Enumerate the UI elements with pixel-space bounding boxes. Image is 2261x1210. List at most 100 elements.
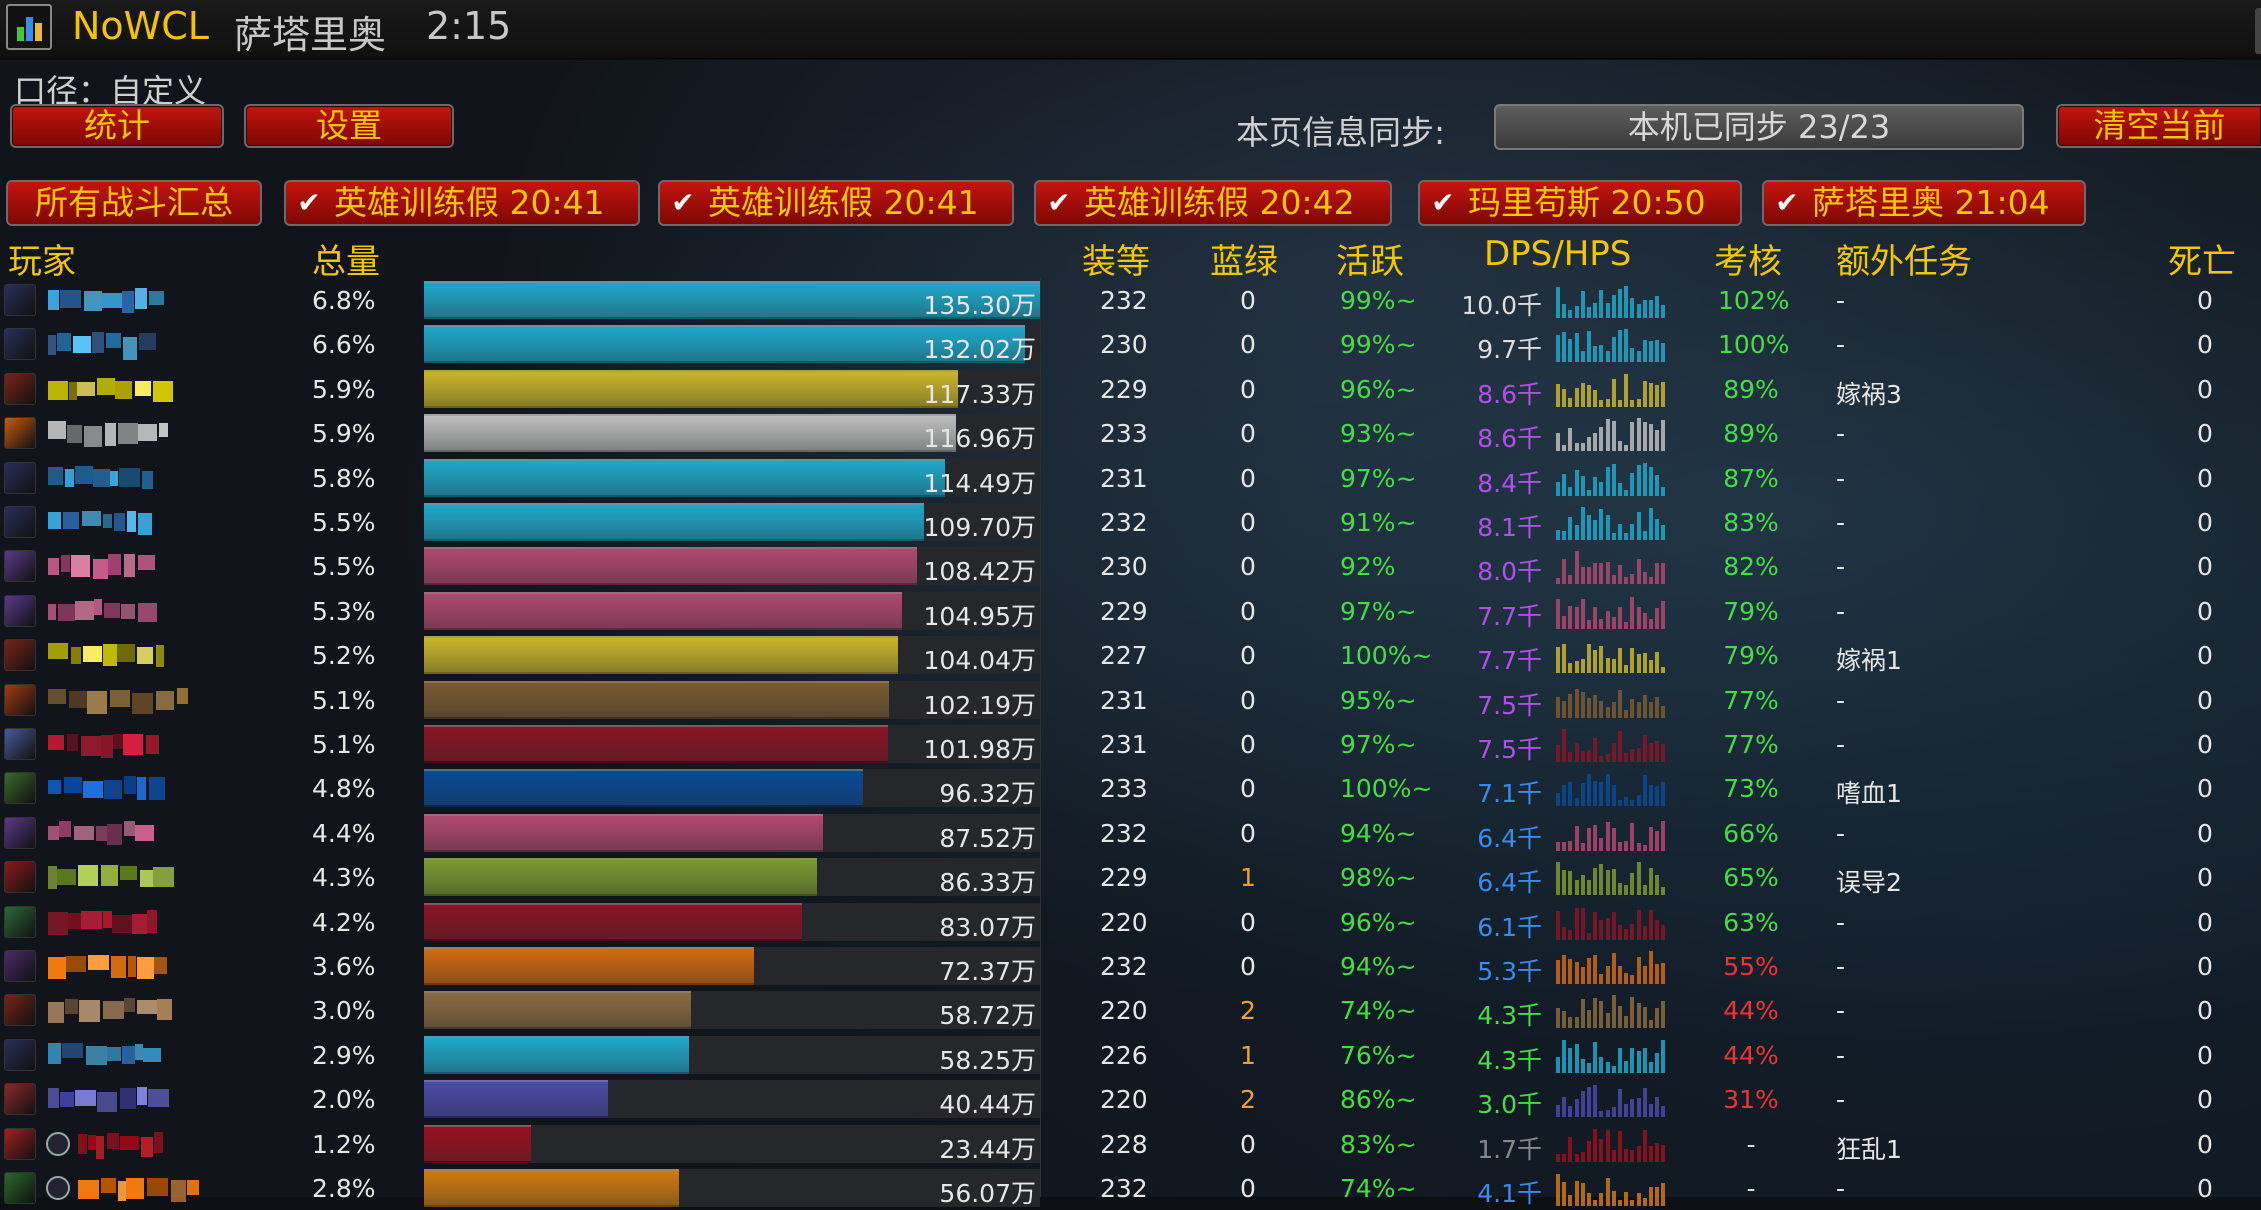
clear-current-button[interactable]: 清空当前 [2056,104,2261,148]
player-name-obscured[interactable] [48,998,172,1023]
window-edge-handle[interactable] [2255,8,2261,54]
player-name-obscured[interactable] [48,865,174,889]
fight-tab[interactable]: ✔ 玛里苟斯 20:50 [1418,180,1742,226]
fight-tab[interactable]: ✔ 萨塔里奥 21:04 [1762,180,2086,226]
player-name-obscured[interactable] [48,510,158,535]
player-name-obscured[interactable] [48,332,158,360]
col-header-dps[interactable]: DPS/HPS [1484,234,1631,274]
dps-sparkline[interactable] [1556,1128,1668,1162]
checkbox-icon[interactable]: ✔ [1044,188,1074,218]
dps-value: 6.4千 [1477,824,1542,853]
player-name-obscured[interactable] [48,599,158,623]
table-row[interactable]: 4.2% 83.07万 220 0 96%~ 6.1千 63% - 0 [0,900,2261,944]
sync-status[interactable]: 本机已同步 23/23 [1494,104,2024,150]
dps-sparkline[interactable] [1556,328,1668,362]
settings-button[interactable]: 设置 [244,104,454,148]
stats-button[interactable]: 统计 [10,104,224,148]
col-header-active[interactable]: 活跃 [1336,234,1404,283]
activity-percent: 99%~ [1340,330,1417,359]
fight-tab[interactable]: ✔ 英雄训练假 20:42 [1034,180,1392,226]
player-name-obscured[interactable] [48,688,188,714]
table-row[interactable]: 5.5% 108.42万 230 0 92% 8.0千 82% - 0 [0,544,2261,588]
player-name-obscured[interactable] [48,377,173,402]
player-name-obscured[interactable] [48,421,168,447]
dps-sparkline[interactable] [1556,1172,1668,1206]
dps-sparkline[interactable] [1556,861,1668,895]
table-row[interactable]: 2.9% 58.25万 226 1 76%~ 4.3千 44% - 0 [0,1033,2261,1077]
table-row[interactable]: 4.4% 87.52万 232 0 94%~ 6.4千 66% - 0 [0,811,2261,855]
col-header-perf[interactable]: 考核 [1714,234,1782,283]
performance-score: 65% [1723,863,1779,892]
player-name-obscured[interactable] [48,954,167,979]
player-name-obscured[interactable] [48,1087,169,1112]
checkbox-icon[interactable]: ✔ [668,188,698,218]
table-row[interactable]: 5.5% 109.70万 232 0 91%~ 8.1千 83% - 0 [0,500,2261,544]
checkbox-icon[interactable]: ✔ [1428,188,1458,218]
fight-tab[interactable]: 所有战斗汇总 [6,180,262,226]
dps-sparkline[interactable] [1556,462,1668,496]
dps-sparkline[interactable] [1556,595,1668,629]
player-name-obscured[interactable] [78,1132,188,1159]
damage-bar [424,592,902,630]
extra-task: 嫁祸1 [1836,646,1902,675]
table-row[interactable]: 2.0% 40.44万 220 2 86%~ 3.0千 31% - 0 [0,1077,2261,1121]
extra-task: 嫁祸3 [1836,380,1902,409]
dps-sparkline[interactable] [1556,950,1668,984]
table-row[interactable]: 5.2% 104.04万 227 0 100%~ 7.7千 79% 嫁祸1 0 [0,633,2261,677]
table-row[interactable]: 4.8% 96.32万 233 0 100%~ 7.1千 73% 嗜血1 0 [0,766,2261,810]
dps-sparkline[interactable] [1556,1083,1668,1117]
dps-sparkline[interactable] [1556,728,1668,762]
table-row[interactable]: 4.3% 86.33万 229 1 98%~ 6.4千 65% 误导2 0 [0,855,2261,899]
dps-sparkline[interactable] [1556,373,1668,407]
dps-sparkline[interactable] [1556,906,1668,940]
dps-sparkline[interactable] [1556,817,1668,851]
table-row[interactable]: 5.9% 117.33万 229 0 96%~ 8.6千 89% 嫁祸3 0 [0,367,2261,411]
col-header-green[interactable]: 蓝绿 [1210,234,1278,283]
dps-sparkline[interactable] [1556,994,1668,1028]
dps-sparkline[interactable] [1556,506,1668,540]
fight-tab[interactable]: ✔ 英雄训练假 20:41 [284,180,640,226]
player-name-obscured[interactable] [78,1176,199,1202]
table-row[interactable]: 5.8% 114.49万 231 0 97%~ 8.4千 87% - 0 [0,456,2261,500]
table-row[interactable]: 2.8% 56.07万 232 0 74%~ 4.1千 - - 0 [0,1166,2261,1210]
col-header-player[interactable]: 玩家 [8,234,76,283]
dps-sparkline[interactable] [1556,550,1668,584]
dps-sparkline[interactable] [1556,772,1668,806]
player-name-obscured[interactable] [48,1043,161,1067]
col-header-extra[interactable]: 额外任务 [1836,234,1972,283]
player-name-obscured[interactable] [48,554,158,579]
checkbox-icon[interactable]: ✔ [1772,188,1802,218]
table-row[interactable]: 3.0% 58.72万 220 2 74%~ 4.3千 44% - 0 [0,988,2261,1032]
table-row[interactable]: 3.6% 72.37万 232 0 94%~ 5.3千 55% - 0 [0,944,2261,988]
player-name-obscured[interactable] [48,821,158,845]
col-header-ilvl[interactable]: 装等 [1082,234,1150,283]
damage-total: 58.72万 [939,1001,1036,1030]
extra-task: - [1836,730,1846,759]
player-name-obscured[interactable] [48,910,158,935]
table-row[interactable]: 5.3% 104.95万 229 0 97%~ 7.7千 79% - 0 [0,589,2261,633]
title-bar[interactable]: NoWCL 萨塔里奥 2:15 [0,0,2261,59]
fight-tab[interactable]: ✔ 英雄训练假 20:41 [658,180,1014,226]
player-name-obscured[interactable] [48,466,158,490]
player-name-obscured[interactable] [48,732,159,758]
table-row[interactable]: 5.1% 101.98万 231 0 97%~ 7.5千 77% - 0 [0,722,2261,766]
green-item-count: 0 [1240,819,1256,848]
dps-sparkline[interactable] [1556,1039,1668,1073]
activity-percent: 97%~ [1340,730,1417,759]
player-name-obscured[interactable] [48,288,164,313]
checkbox-icon[interactable]: ✔ [294,188,324,218]
col-header-total[interactable]: 总量 [312,234,380,283]
table-row[interactable]: 6.6% 132.02万 230 0 99%~ 9.7千 100% - 0 [0,322,2261,366]
player-name-obscured[interactable] [48,776,165,800]
dps-sparkline[interactable] [1556,639,1668,673]
player-name-obscured[interactable] [48,643,164,667]
table-row[interactable]: 6.8% 135.30万 232 0 99%~ 10.0千 102% - 0 [0,278,2261,322]
death-count: 0 [2197,419,2213,448]
dps-sparkline[interactable] [1556,284,1668,318]
table-row[interactable]: 5.1% 102.19万 231 0 95%~ 7.5千 77% - 0 [0,678,2261,722]
table-row[interactable]: 5.9% 116.96万 233 0 93%~ 8.6千 89% - 0 [0,411,2261,455]
col-header-death[interactable]: 死亡 [2168,234,2236,283]
table-row[interactable]: 1.2% 23.44万 228 0 83%~ 1.7千 - 狂乱1 0 [0,1122,2261,1166]
dps-sparkline[interactable] [1556,684,1668,718]
dps-sparkline[interactable] [1556,417,1668,451]
